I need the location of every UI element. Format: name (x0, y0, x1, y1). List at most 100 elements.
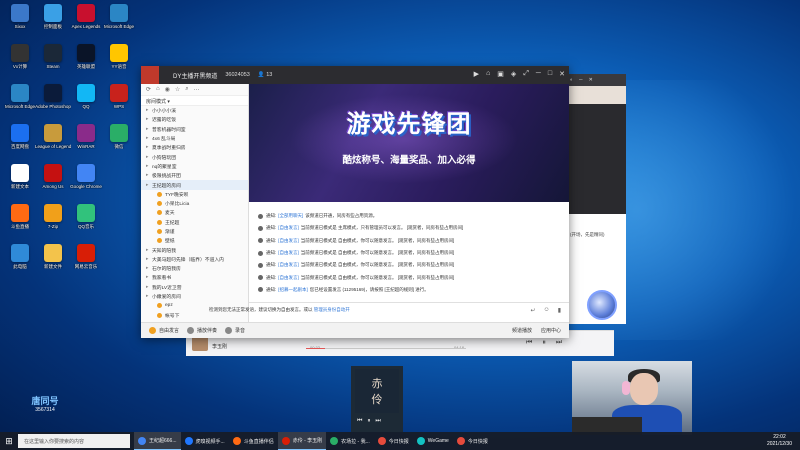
music-progress[interactable] (306, 348, 466, 349)
taskbar-app[interactable]: 今日快报 (453, 432, 492, 450)
channel-user[interactable]: 王纪超 (141, 218, 248, 227)
message-tag[interactable]: [招募一起剧本] (278, 287, 308, 293)
location-icon[interactable]: ◉ (165, 86, 170, 93)
channel-item[interactable]: ▸ 4x6 乱斗局 (141, 134, 248, 143)
taskbar-app[interactable]: 农场拉 - 我... (326, 432, 374, 450)
taskbar-app[interactable]: 王纪超666... (134, 432, 181, 450)
message-tag[interactable]: [全部用聊天] (278, 213, 303, 219)
free-speech-button[interactable]: 自由发言 (149, 327, 179, 334)
channel-item[interactable]: ▸ nq的聚星室 (141, 162, 248, 171)
taskbar-app[interactable]: WeGame (413, 432, 453, 450)
home-icon[interactable]: ⌂ (156, 86, 160, 93)
taskbar-app[interactable]: 赤伶 - 李玉刚 (277, 432, 327, 450)
windows-start-icon[interactable]: ⊞ (0, 432, 18, 450)
more-icon[interactable]: … (194, 86, 200, 93)
channel-item[interactable]: ▸ 迟露的吃饭 (141, 115, 248, 124)
channel-user[interactable]: 小呆比Licia (141, 199, 248, 208)
desktop-icon[interactable]: 控制面板 (37, 4, 69, 38)
message-tag[interactable]: [自由发言] (278, 250, 299, 256)
desktop-icon[interactable]: Adobe Photoshop (35, 84, 71, 118)
desktop-icon[interactable]: Vx计算 (4, 44, 36, 78)
minimize-icon[interactable]: ─ (536, 70, 541, 78)
channel-user[interactable]: 壁纸 (141, 236, 248, 245)
desktop-icon[interactable]: Microsoft Edge (4, 84, 36, 118)
emoji-icon[interactable]: ☺ (544, 307, 550, 314)
desktop-icon[interactable]: Sixxx (4, 4, 36, 38)
desktop-icon[interactable]: Microsoft Edge (103, 4, 135, 38)
close-icon[interactable]: ✕ (589, 77, 593, 83)
video-icon[interactable]: ▶ (474, 70, 479, 78)
shirt-icon[interactable]: ▣ (497, 70, 504, 78)
desktop-icon[interactable]: QQ (70, 84, 102, 118)
avatar-orb[interactable] (587, 290, 617, 320)
channel-item[interactable]: ▸ 石尔的陪我房 (141, 264, 248, 273)
desktop-icon[interactable]: 网易云音乐 (70, 244, 102, 278)
search-icon[interactable]: ⌕ (185, 86, 188, 93)
message-tag[interactable]: [自由发言] (278, 225, 299, 231)
channel-item[interactable]: ▸ 普客机器时间室 (141, 125, 248, 134)
desktop-icon[interactable]: 微信 (103, 124, 135, 158)
promo-banner[interactable]: 游戏先锋团 酷炫称号、海量奖品、加入必得 (249, 84, 569, 202)
prev-icon[interactable]: ⏮ (357, 418, 367, 424)
channel-item[interactable]: ▸ 大美马超叼先锋（临界）不道入内 (141, 255, 248, 264)
channel-user[interactable]: TYF晚安呗 (141, 190, 248, 199)
send-icon[interactable]: ↵ (531, 307, 536, 314)
channel-item[interactable]: ▸ 我的LV近卫营 (141, 283, 248, 292)
chat-input-bar[interactable]: 检测到您无法正常发语，建议切换为自由发言。或以 管理员身份自动开 ↵ ☺ ▮ (209, 302, 569, 320)
taskbar-app[interactable]: 今日快报 (374, 432, 413, 450)
channel-item[interactable]: ▸ 小嫩爱的房间 (141, 292, 248, 301)
desktop-icon[interactable]: 百度网盘 (4, 124, 36, 158)
skin-icon[interactable]: ◐ (570, 77, 573, 83)
room-mode-select[interactable]: 房间模式 ▾ (141, 96, 248, 106)
message-tag[interactable]: [自由发言] (278, 262, 299, 268)
app-center-button[interactable]: 应用中心 (541, 327, 561, 334)
channel-user[interactable]: 渐谨 (141, 227, 248, 236)
prev-icon[interactable]: ⏮ (526, 339, 532, 347)
channel-item[interactable]: ▸ 小狗陪玩团 (141, 152, 248, 161)
message-tag[interactable]: [自由发言] (278, 275, 299, 281)
channel-item[interactable]: ▸ 夏季战时重归房 (141, 143, 248, 152)
desktop-icon[interactable]: 新建文本 (4, 164, 36, 198)
taskbar-app[interactable]: 斗鱼直播伴侣 (229, 432, 278, 450)
fullscreen-icon[interactable]: ⤢ (523, 70, 529, 78)
taskbar-app[interactable]: 虎嗅视频手... (181, 432, 229, 450)
desktop-icon[interactable]: WinRAR (70, 124, 102, 158)
desktop-icon[interactable]: 英雄联盟 (70, 44, 102, 78)
star-icon[interactable]: ☆ (175, 86, 180, 93)
desktop-icon[interactable]: Steam (37, 44, 69, 78)
refresh-icon[interactable]: ⟳ (146, 86, 151, 93)
desktop-icon[interactable]: League of Legends (35, 124, 71, 158)
desktop-icon[interactable]: Google Chrome (70, 164, 102, 198)
minimize-icon[interactable]: ─ (579, 77, 583, 83)
record-button[interactable]: 录音 (225, 327, 245, 334)
admin-link[interactable]: 管理员身份自动开 (314, 307, 350, 312)
channel-item[interactable]: ▸ 小小小小溪 (141, 106, 248, 115)
desktop-icon[interactable]: 新建文件 (37, 244, 69, 278)
home-icon[interactable]: ⌂ (486, 70, 490, 78)
close-icon[interactable]: ✕ (559, 70, 565, 78)
channel-play-button[interactable]: 频道播放 (512, 327, 532, 334)
desktop-icon[interactable]: Apex Legends (70, 4, 102, 38)
accompaniment-button[interactable]: 播放伴奏 (187, 327, 217, 334)
system-clock[interactable]: 22:02 2021/12/30 (767, 434, 792, 448)
desktop-icon[interactable]: Among Us (37, 164, 69, 198)
maximize-icon[interactable]: □ (548, 70, 552, 78)
channel-item[interactable]: ▸ 极限挑战开团 (141, 171, 248, 180)
channel-item[interactable]: ▸ 我家看书 (141, 273, 248, 282)
mic-icon[interactable]: ▮ (558, 307, 561, 314)
channel-item[interactable]: ▸ 天知的陪我 (141, 245, 248, 254)
gamepad-icon[interactable]: ◈ (511, 70, 516, 78)
pause-icon[interactable]: ⏸ (542, 339, 546, 347)
taskbar-search[interactable]: 在这里输入你要搜索的内容 (18, 434, 130, 448)
desktop-icon[interactable]: WPS (103, 84, 135, 118)
next-icon[interactable]: ⏭ (556, 339, 562, 347)
desktop-icon[interactable]: YY语音 (103, 44, 135, 78)
desktop-icon[interactable]: QQ音乐 (70, 204, 102, 238)
next-icon[interactable]: ⏭ (375, 418, 385, 424)
channel-item[interactable]: ▸ 王纪超的房间 (141, 180, 248, 190)
channel-user[interactable]: 麦天 (141, 208, 248, 217)
desktop-icon[interactable]: 此电脑 (4, 244, 36, 278)
desktop-icon[interactable]: 斗鱼直播 (4, 204, 36, 238)
desktop-icon[interactable]: 7-Zip (37, 204, 69, 238)
message-tag[interactable]: [自由发言] (278, 238, 299, 244)
